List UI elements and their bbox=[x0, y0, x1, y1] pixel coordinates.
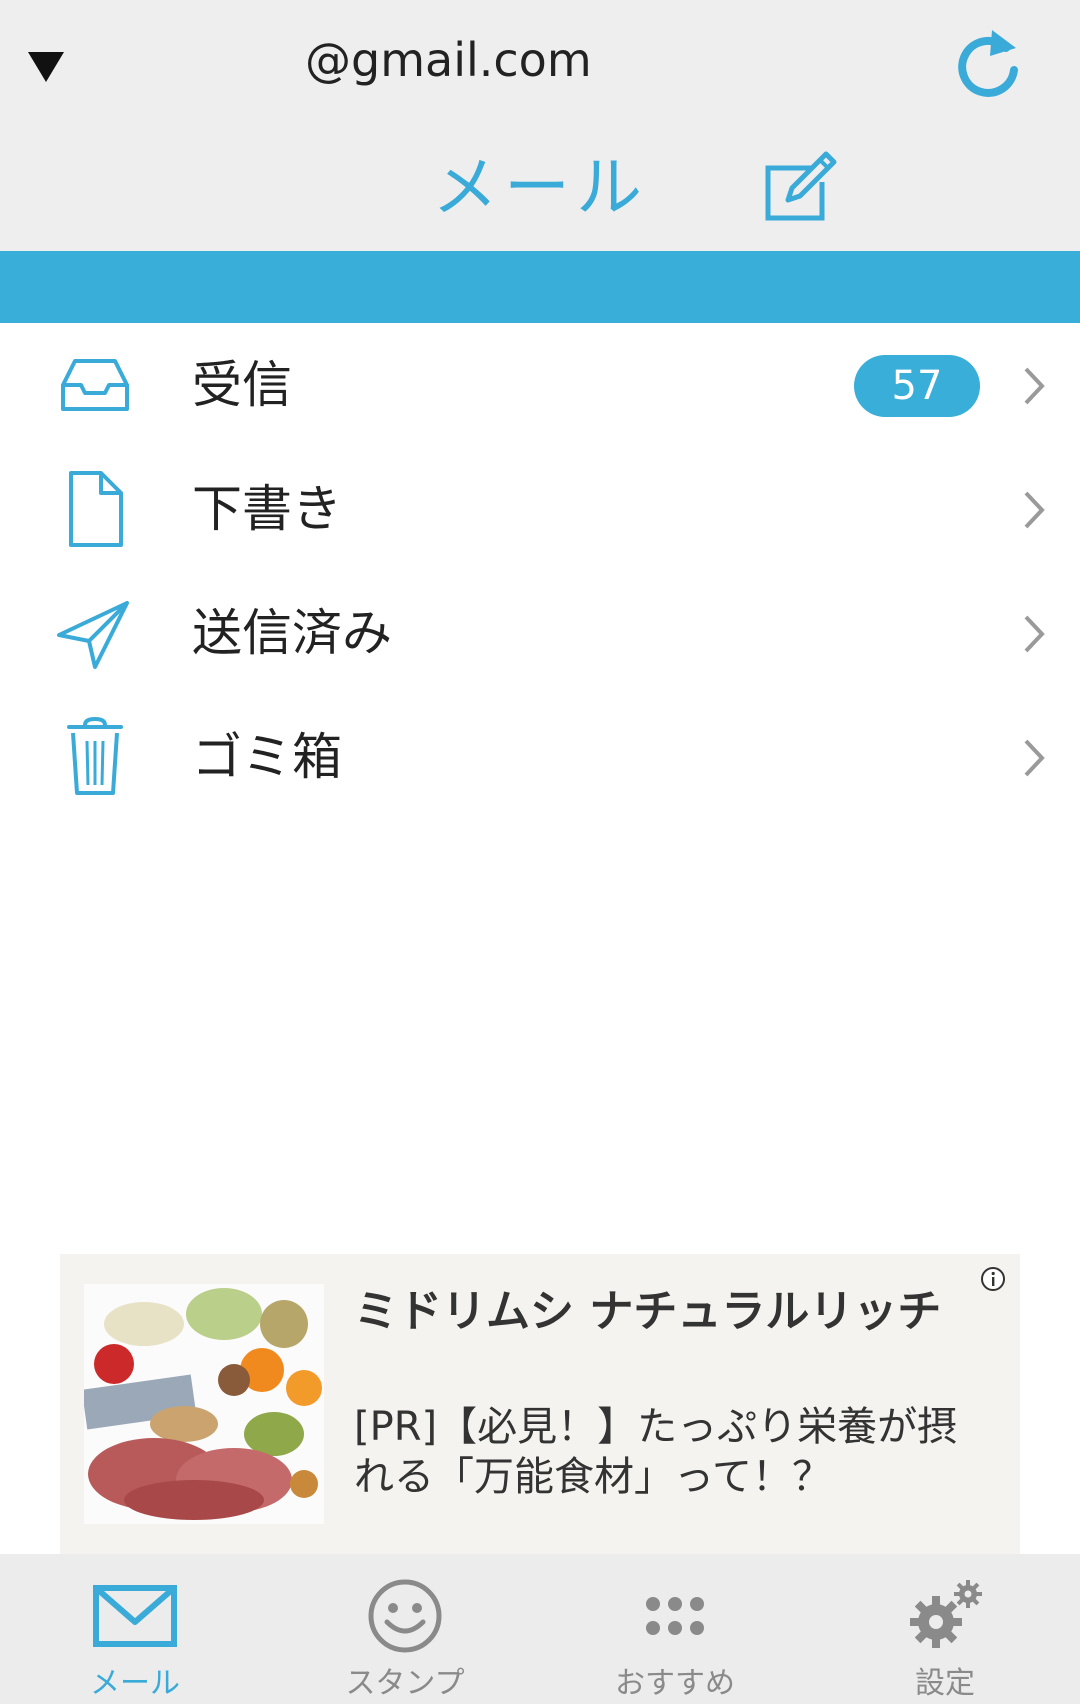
folder-label: 下書き bbox=[192, 480, 342, 538]
chevron-right-icon bbox=[1024, 367, 1045, 405]
folder-row-trash[interactable]: ゴミ箱 bbox=[0, 695, 1080, 819]
ad-image bbox=[84, 1284, 324, 1524]
folder-row-sent[interactable]: 送信済み bbox=[0, 571, 1080, 695]
accent-bar bbox=[0, 251, 1080, 323]
nav-tab-mail[interactable]: メール bbox=[0, 1554, 270, 1704]
chevron-right-icon bbox=[1024, 491, 1045, 529]
folder-row-inbox[interactable]: 受信 57 bbox=[0, 323, 1080, 447]
chevron-right-icon bbox=[1024, 615, 1045, 653]
mail-icon bbox=[93, 1585, 177, 1647]
trash-icon bbox=[67, 717, 123, 795]
gear-icon bbox=[910, 1580, 982, 1648]
nav-tab-settings[interactable]: 設定 bbox=[810, 1554, 1080, 1704]
chevron-right-icon bbox=[1024, 739, 1045, 777]
refresh-icon bbox=[958, 30, 1018, 97]
folder-label: ゴミ箱 bbox=[192, 728, 342, 786]
refresh-button[interactable] bbox=[954, 26, 1022, 98]
page-title: メール bbox=[432, 149, 648, 226]
nav-tab-label: 設定 bbox=[915, 1666, 975, 1701]
folder-row-drafts[interactable]: 下書き bbox=[0, 447, 1080, 571]
compose-button[interactable] bbox=[762, 148, 840, 222]
ad-title: ミドリムシ ナチュラルリッチ bbox=[354, 1286, 942, 1337]
nav-tab-label: メール bbox=[90, 1666, 180, 1701]
smiley-icon bbox=[368, 1579, 442, 1653]
folder-label: 送信済み bbox=[192, 604, 392, 662]
inbox-icon bbox=[61, 359, 129, 411]
grid-dots-icon bbox=[646, 1597, 704, 1635]
app-header: @gmail.com メール bbox=[0, 0, 1080, 251]
nav-tab-label: スタンプ bbox=[345, 1666, 465, 1701]
nav-tab-stamps[interactable]: スタンプ bbox=[270, 1554, 540, 1704]
account-dropdown-toggle[interactable] bbox=[24, 46, 68, 86]
account-email[interactable]: @gmail.com bbox=[305, 30, 592, 90]
nav-tab-label: おすすめ bbox=[615, 1666, 735, 1701]
sent-icon bbox=[57, 601, 129, 669]
bottom-navigation: メール スタンプ おすすめ 設定 bbox=[0, 1554, 1080, 1704]
ad-banner[interactable]: ミドリムシ ナチュラルリッチ [PR]【必見！】たっぷり栄養が摂れる「万能食材」… bbox=[60, 1254, 1020, 1554]
draft-icon bbox=[69, 471, 123, 547]
folder-label: 受信 bbox=[192, 356, 292, 414]
ad-description: [PR]【必見！】たっぷり栄養が摂れる「万能食材」って！？ bbox=[354, 1404, 958, 1500]
nav-tab-recommended[interactable]: おすすめ bbox=[540, 1554, 810, 1704]
compose-icon bbox=[765, 151, 837, 221]
unread-count-badge: 57 bbox=[854, 355, 980, 417]
triangle-down-icon bbox=[28, 52, 64, 82]
